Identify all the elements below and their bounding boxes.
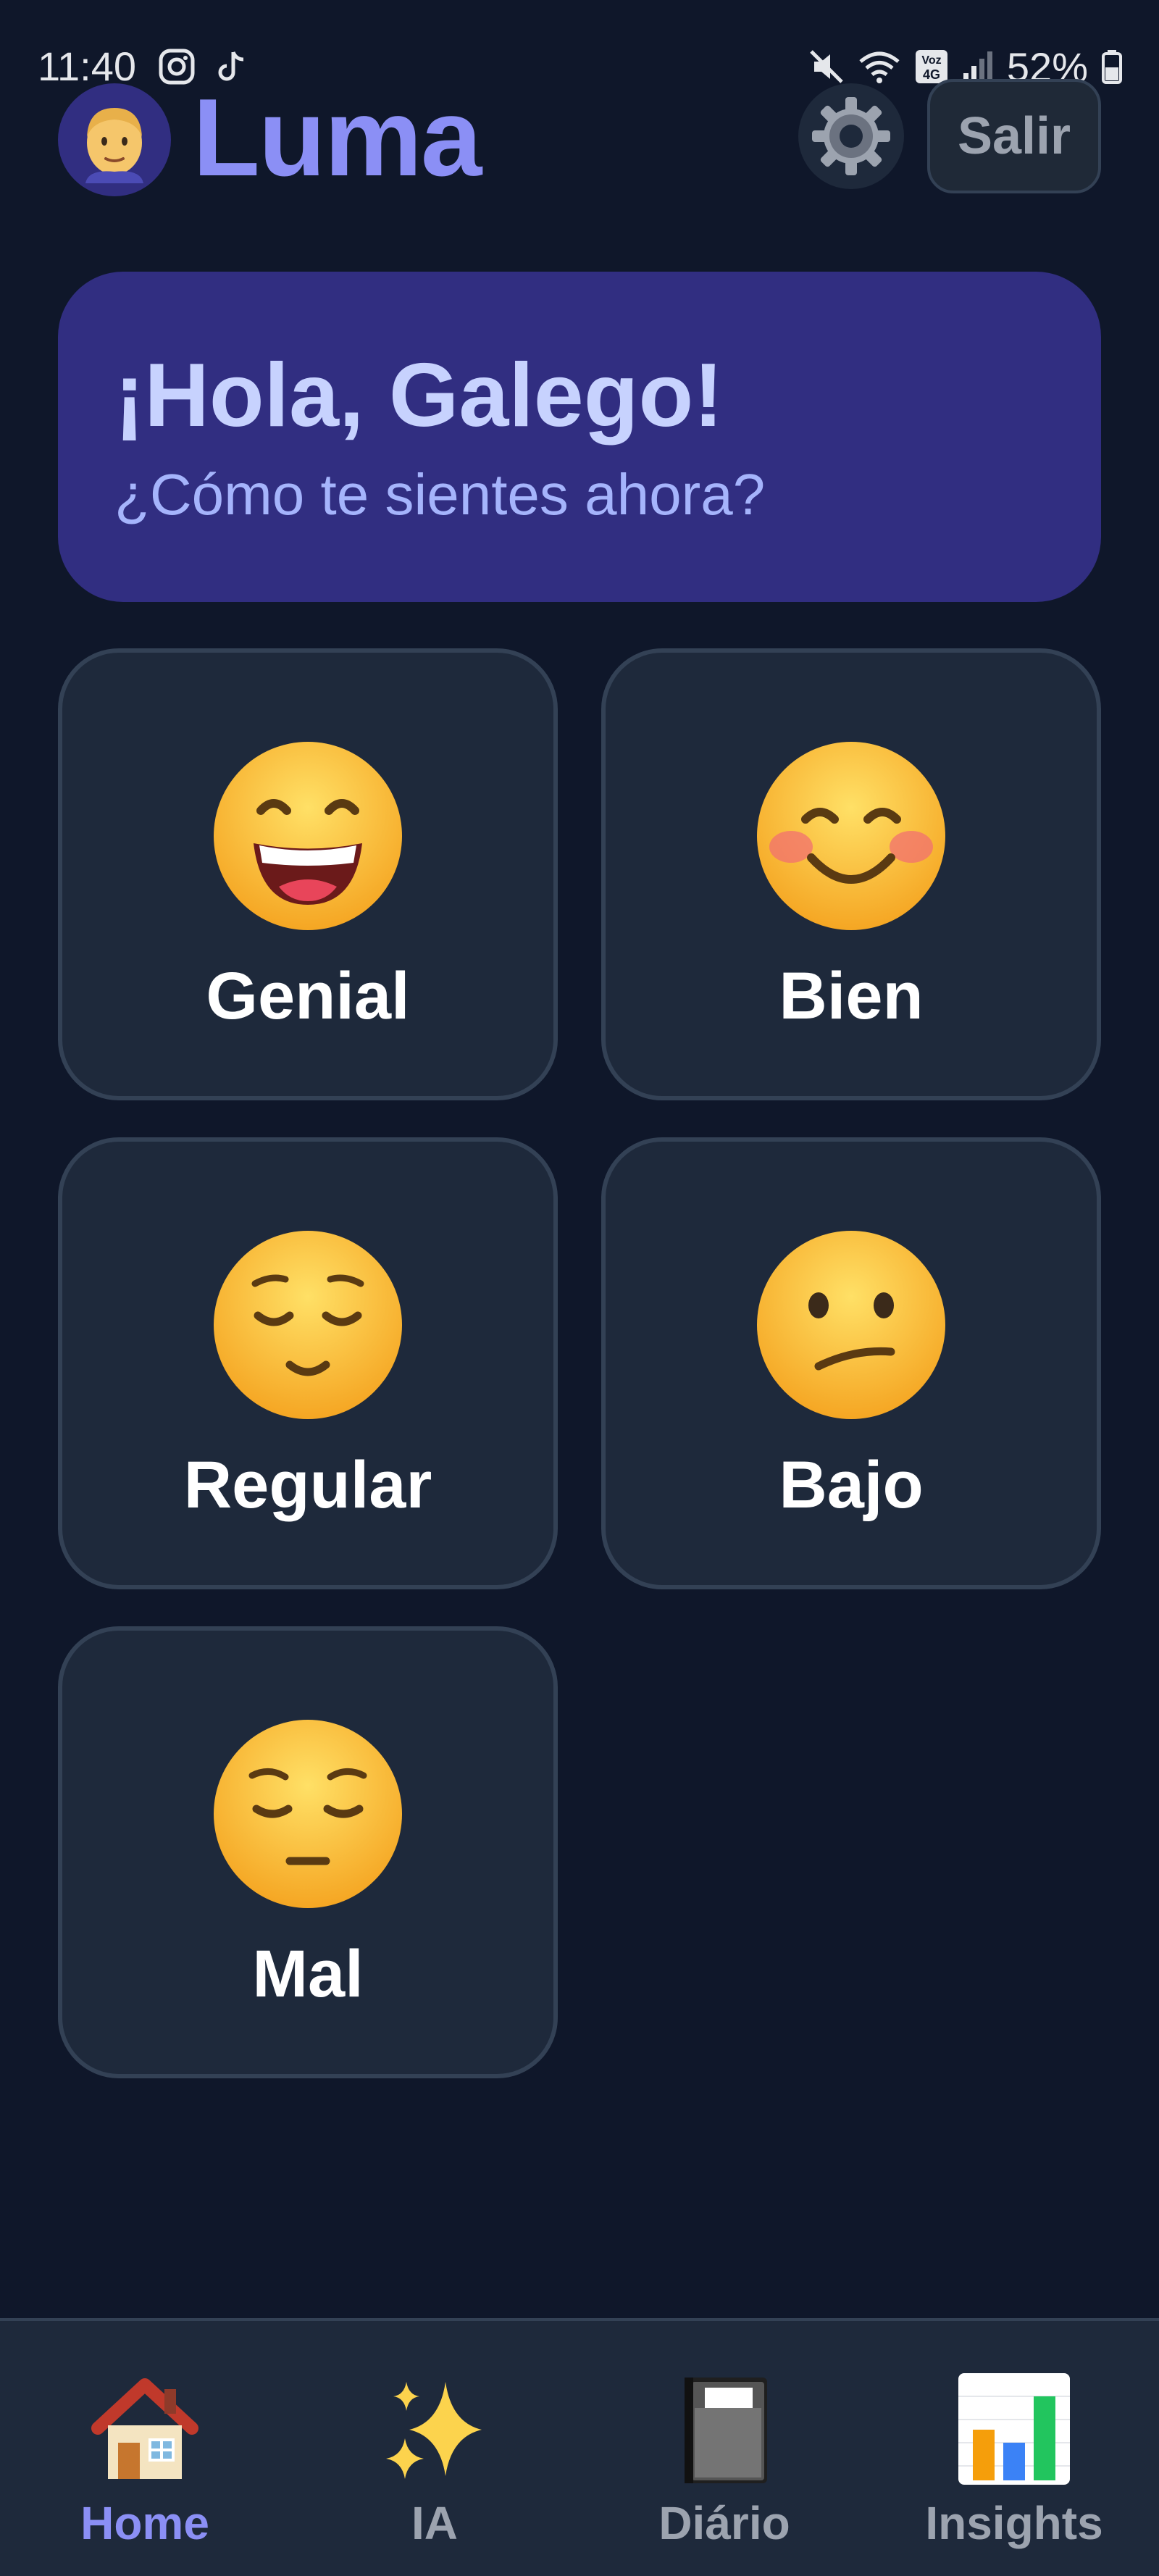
nav-item-ia[interactable]: IA [290, 2321, 580, 2576]
app-title: Luma [193, 76, 482, 199]
home-screen: 11:40 Voz 4G 52% Luma Salir ¡Hola, Galeg… [0, 0, 1159, 2576]
settings-button[interactable] [798, 83, 904, 189]
nav-item-insights[interactable]: Insights [869, 2321, 1159, 2576]
avatar[interactable] [58, 83, 171, 196]
mood-label: Mal [252, 1937, 364, 2011]
greeting-subtitle: ¿Cómo te sientes ahora? [114, 462, 766, 527]
house-icon [91, 2378, 198, 2479]
mood-label: Bajo [779, 1448, 924, 1522]
nav-item-diario[interactable]: Diário [580, 2321, 869, 2576]
smiling-face-icon [757, 742, 945, 930]
logout-button[interactable]: Salir [927, 79, 1101, 193]
mood-option-bajo[interactable]: Bajo [601, 1137, 1101, 1589]
mood-label: Regular [183, 1448, 432, 1522]
nav-label: Insights [925, 2497, 1103, 2549]
mood-label: Bien [779, 959, 924, 1033]
nav-item-home[interactable]: Home [0, 2321, 290, 2576]
nav-label: Home [80, 2497, 209, 2549]
nav-label: Diário [658, 2497, 790, 2549]
bottom-navigation: Home IA Diário Insights [0, 2318, 1159, 2576]
mood-option-bien[interactable]: Bien [601, 648, 1101, 1100]
greeting-title: ¡Hola, Galego! [114, 346, 724, 446]
greeting-card: ¡Hola, Galego! ¿Cómo te sientes ahora? [58, 272, 1101, 602]
nav-label: IA [411, 2497, 458, 2549]
grinning-face-icon [214, 742, 402, 930]
notebook-icon [685, 2378, 767, 2483]
relieved-face-icon [214, 1231, 402, 1419]
mood-option-regular[interactable]: Regular [58, 1137, 558, 1589]
mood-option-mal[interactable]: Mal [58, 1626, 558, 2078]
mood-option-genial[interactable]: Genial [58, 648, 558, 1100]
confused-face-icon [757, 1231, 945, 1419]
bar-chart-icon [958, 2373, 1070, 2485]
person-emoji-icon [85, 108, 143, 183]
svg-text:Voz: Voz [921, 54, 941, 67]
sparkles-icon [386, 2382, 482, 2479]
gear-icon [812, 97, 890, 175]
mood-label: Genial [206, 959, 410, 1033]
app-header: Luma Salir [0, 76, 1159, 199]
pensive-face-icon [214, 1720, 402, 1908]
